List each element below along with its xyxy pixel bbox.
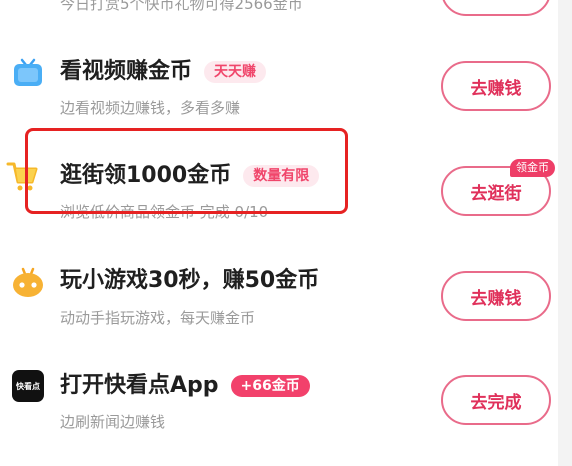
game-controller-icon (13, 267, 43, 297)
task-action-button[interactable]: 去完成 (441, 375, 551, 425)
task-title: 玩小游戏30秒，赚50金币 (60, 268, 320, 293)
task-title: 看视频赚金币 天天赚 (60, 58, 267, 86)
task-title: 打开快看点App +66金币 (60, 372, 310, 400)
highlight-box (25, 128, 348, 214)
kuaikandian-app-icon: 快看点 (12, 370, 44, 402)
task-desc: 边看视频边赚钱，多看多赚 (60, 99, 241, 117)
scrollbar[interactable] (558, 0, 572, 466)
task-action-button[interactable]: 去赚钱 (441, 271, 551, 321)
task-title-text: 打开快看点App (60, 373, 219, 398)
reward-badge: 领金币 (510, 159, 555, 177)
task-tag: +66金币 (230, 375, 310, 397)
task-action-button[interactable]: 去赚钱 (441, 61, 551, 111)
task-button-partial[interactable] (441, 0, 551, 16)
task-title-text: 看视频赚金币 (60, 59, 193, 84)
task-tag: 天天赚 (204, 61, 267, 83)
tv-icon (14, 58, 42, 86)
task-desc: 边刷新闻边赚钱 (60, 413, 166, 431)
task-desc: 动动手指玩游戏，每天赚金币 (60, 309, 256, 327)
task-desc: 今日打赏5个快币礼物可得2566金币 (60, 0, 303, 13)
